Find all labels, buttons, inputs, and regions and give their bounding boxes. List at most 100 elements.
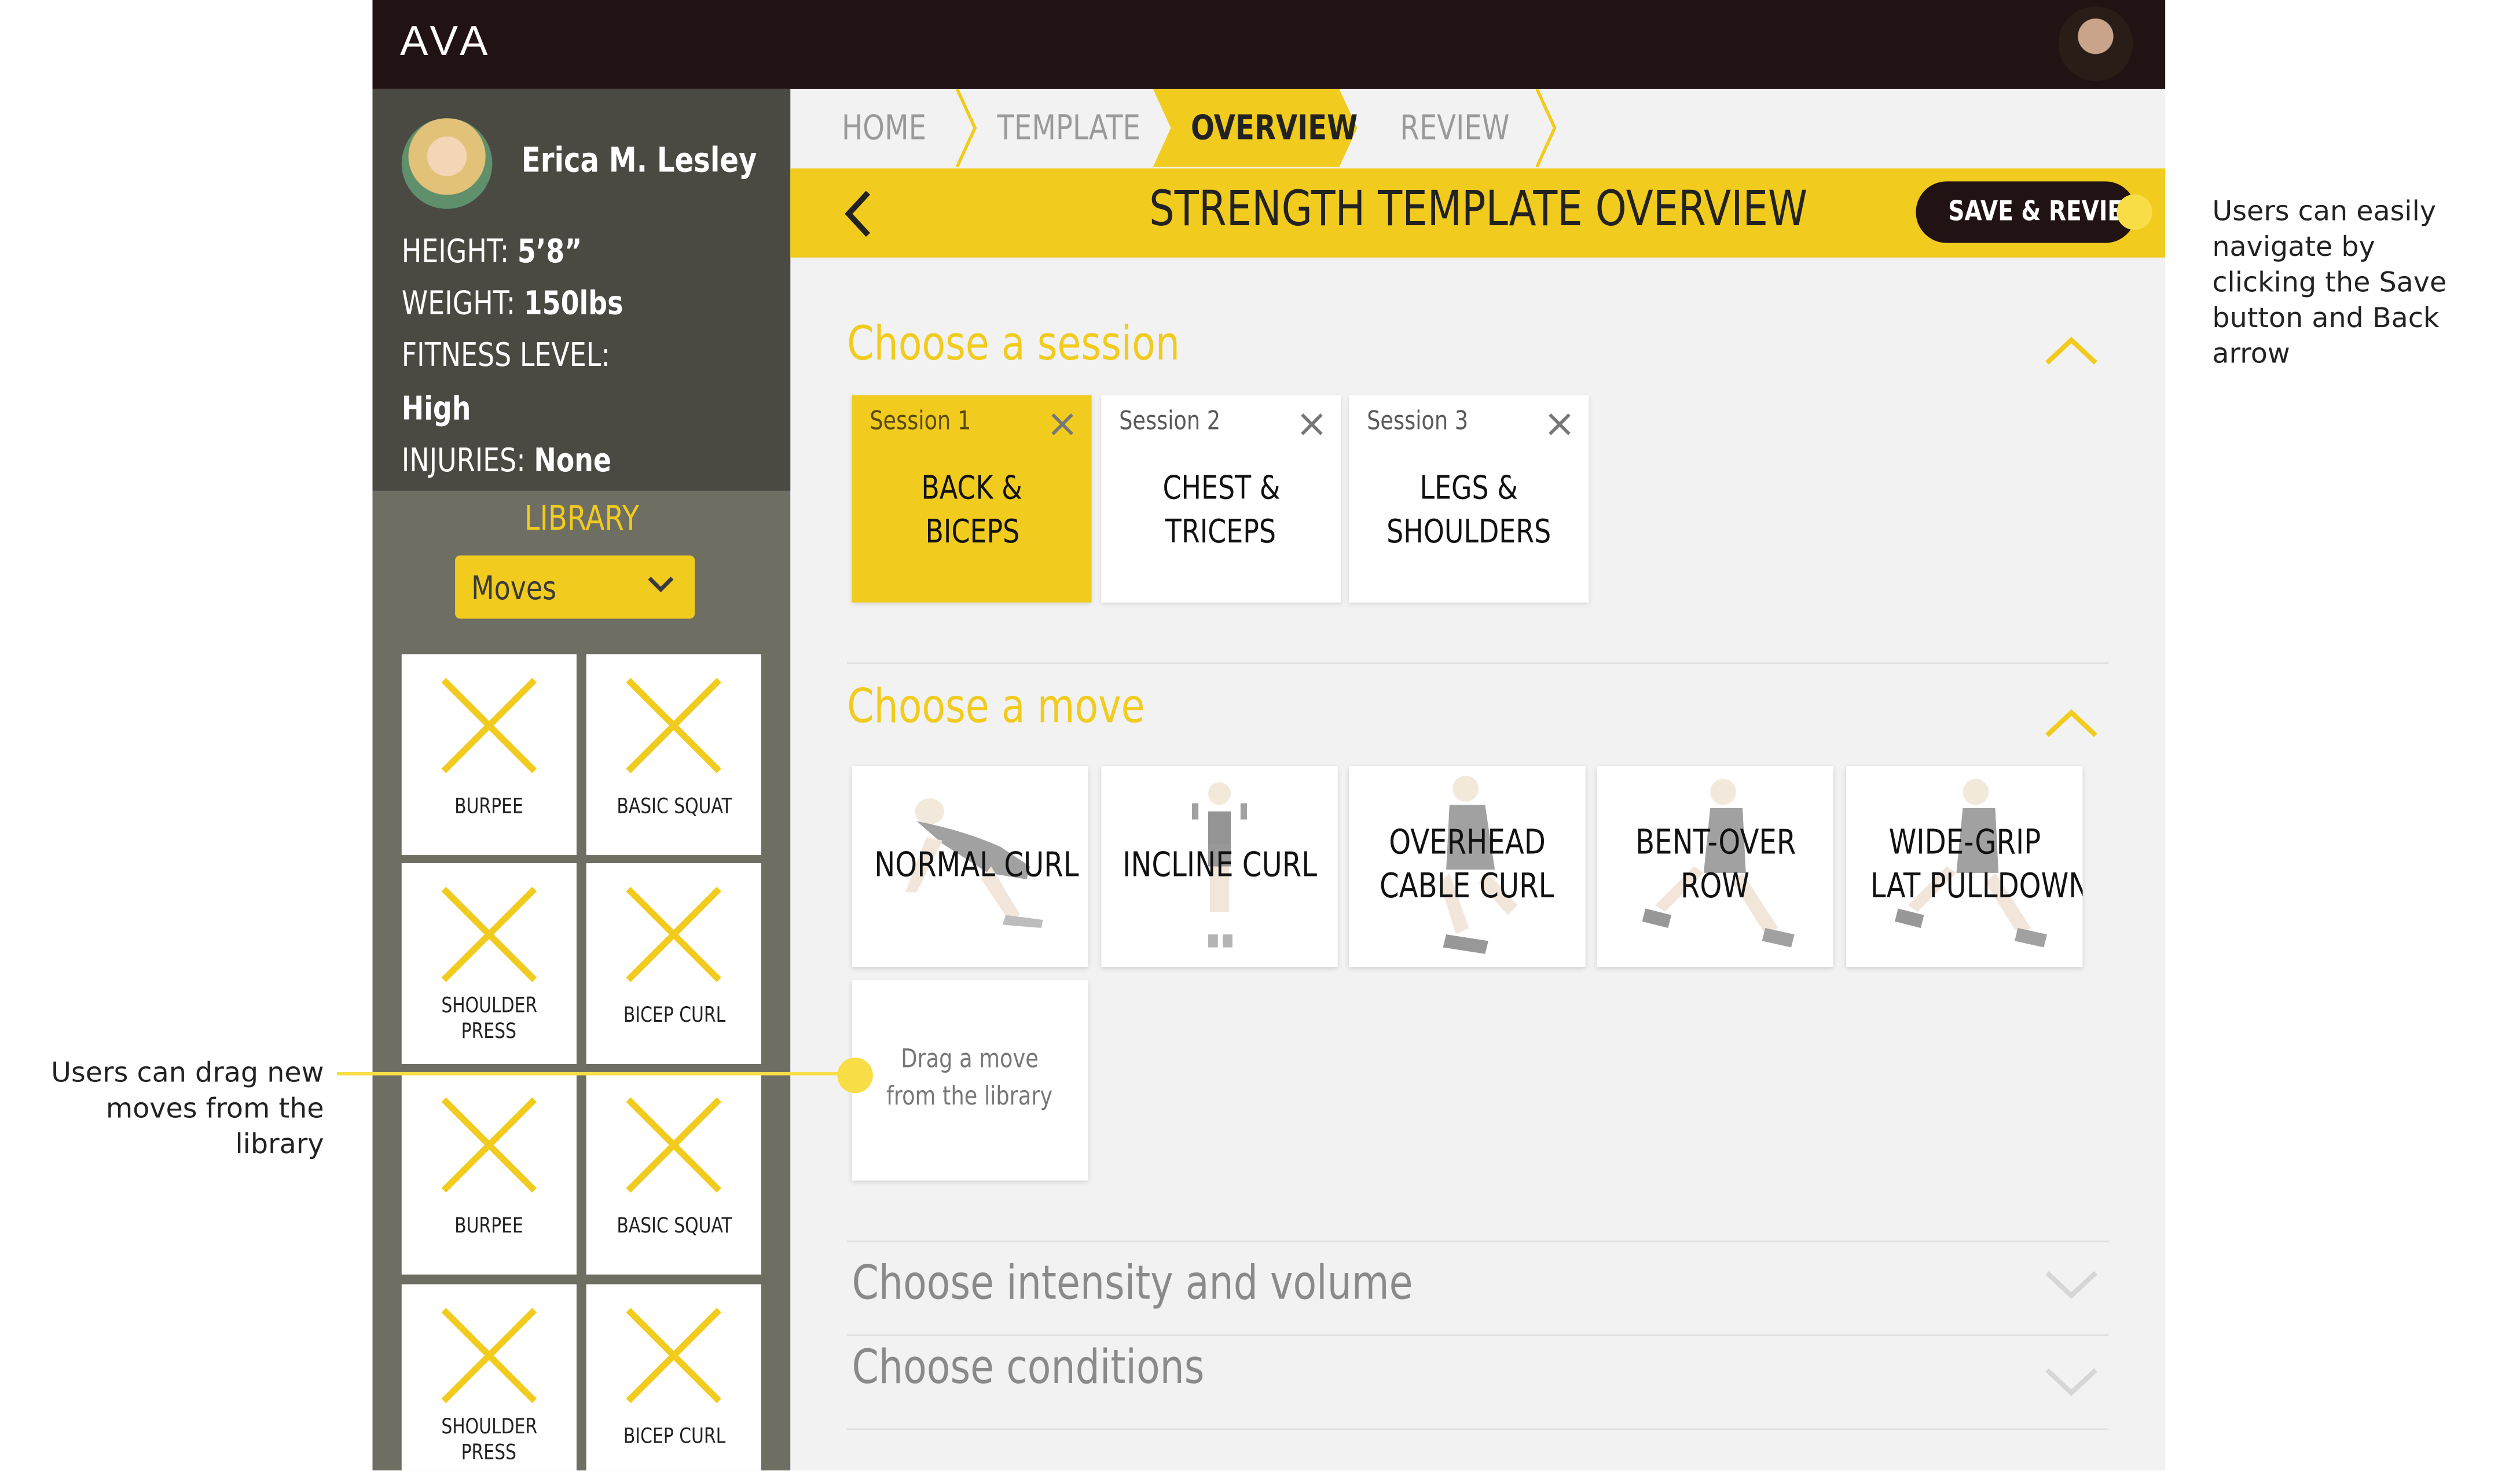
section-title-conditions: Choose conditions <box>852 1339 1205 1395</box>
session-name: TRICEPS <box>1165 512 1276 551</box>
injuries-stat: INJURIES: None <box>402 441 611 479</box>
client-profile: Erica M. Lesley HEIGHT: 5’8” WEIGHT: 150… <box>372 89 791 491</box>
session-name: CHEST & <box>1162 468 1280 507</box>
chevron-down-icon[interactable] <box>2044 1365 2099 1397</box>
move-name: WIDE-GRIP <box>1888 823 2041 862</box>
library-tile-label: SHOULDER <box>441 994 537 1019</box>
library-label: LIBRARY <box>524 498 639 538</box>
library-tile[interactable]: SHOULDER PRESS <box>401 1284 577 1471</box>
client-name: Erica M. Lesley <box>521 141 757 180</box>
session-name: LEGS & <box>1419 468 1518 507</box>
move-name: NORMAL CURL <box>874 845 1079 885</box>
move-card[interactable]: NORMAL CURL <box>852 766 1088 967</box>
annotation-line: Users can easily <box>2212 196 2437 229</box>
library-tile[interactable]: BICEP CURL <box>586 863 761 1064</box>
breadcrumb-review[interactable]: REVIEW <box>1373 89 1535 167</box>
move-name: INCLINE CURL <box>1123 845 1318 885</box>
session-number: Session 1 <box>870 405 971 436</box>
weight-label: WEIGHT: <box>401 283 516 322</box>
library-tile[interactable]: BURPEE <box>401 1073 577 1275</box>
placeholder-x-icon <box>441 1097 537 1193</box>
section-divider <box>847 662 2109 664</box>
annotation-hotspot <box>837 1057 873 1094</box>
breadcrumb-home[interactable]: HOME <box>820 89 949 167</box>
session-card[interactable]: Session 2 CHEST & TRICEPS <box>1101 395 1341 603</box>
close-icon <box>1051 413 1073 435</box>
section-title-move: Choose a move <box>847 678 1145 734</box>
move-name: BENT-OVER <box>1634 823 1796 862</box>
chevron-down-icon[interactable] <box>2044 1268 2099 1300</box>
page-title: STRENGTH TEMPLATE OVERVIEW <box>1149 181 1807 239</box>
sidebar: Erica M. Lesley HEIGHT: 5’8” WEIGHT: 150… <box>372 89 791 1471</box>
height-value: 5’8” <box>517 232 582 271</box>
placeholder-x-icon <box>441 677 537 773</box>
annotation-drag-note: Users can drag new moves from the librar… <box>0 1056 324 1163</box>
library-tile-label: BASIC SQUAT <box>616 795 732 820</box>
move-drop-zone[interactable]: Drag a move from the library <box>852 980 1088 1181</box>
placeholder-x-icon <box>626 677 722 773</box>
client-avatar <box>401 118 493 209</box>
library-tile[interactable]: BASIC SQUAT <box>586 654 761 856</box>
fitness-value: High <box>401 388 471 428</box>
fitness-label: FITNESS LEVEL: <box>401 335 610 375</box>
breadcrumb-template[interactable]: TEMPLATE <box>981 89 1150 167</box>
close-icon <box>1549 413 1571 435</box>
close-icon <box>1301 413 1323 435</box>
save-review-button[interactable]: SAVE & REVIEW <box>1916 181 2148 243</box>
weight-stat: WEIGHT: 150lbs <box>402 284 623 322</box>
breadcrumb-overview[interactable]: OVERVIEW <box>1172 89 1358 167</box>
top-bar: AVA <box>372 0 2166 89</box>
app-window: AVA Erica M. Lesley HEIGHT: 5’8” WEIGHT:… <box>372 0 2166 1471</box>
placeholder-x-icon <box>626 1097 722 1193</box>
move-name: OVERHEAD <box>1389 823 1546 862</box>
section-divider <box>847 1240 2109 1242</box>
section-intensity[interactable]: Choose intensity and volume <box>852 1255 1536 1312</box>
breadcrumb-label: OVERVIEW <box>1191 108 1358 148</box>
move-card[interactable]: INCLINE CURL <box>1101 766 1338 967</box>
height-stat: HEIGHT: 5’8” <box>402 232 582 270</box>
drop-zone-line: from the library <box>887 1080 1054 1111</box>
move-card[interactable]: WIDE-GRIP LAT PULLDOWN <box>1846 766 2083 967</box>
move-card[interactable]: OVERHEAD CABLE CURL <box>1349 766 1586 967</box>
chevron-up-icon[interactable] <box>2044 708 2099 740</box>
remove-session-button[interactable] <box>1050 412 1076 446</box>
placeholder-x-icon <box>441 1308 537 1403</box>
library-tile[interactable]: BICEP CURL <box>586 1284 761 1471</box>
section-divider <box>847 1334 2109 1336</box>
library-tile-label: SHOULDER <box>441 1415 537 1440</box>
annotation-connector <box>336 1072 839 1076</box>
annotation-hotspot <box>2116 194 2152 230</box>
section-conditions[interactable]: Choose conditions <box>852 1340 1282 1396</box>
library-tile-label: PRESS <box>461 1441 517 1466</box>
placeholder-x-icon <box>626 1308 722 1403</box>
move-name: CABLE CURL <box>1380 866 1555 905</box>
remove-session-button[interactable] <box>1547 412 1573 446</box>
session-card[interactable]: Session 1 BACK & BICEPS <box>852 395 1092 603</box>
library-tile-label: BICEP CURL <box>622 1004 725 1029</box>
placeholder-x-icon <box>441 886 537 982</box>
library-tile[interactable]: BURPEE <box>401 654 577 856</box>
remove-session-button[interactable] <box>1299 412 1325 446</box>
library-tile-label: BASIC SQUAT <box>616 1215 732 1239</box>
session-number: Session 3 <box>1367 405 1469 436</box>
move-card[interactable]: BENT-OVER ROW <box>1597 766 1833 967</box>
weight-value: 150lbs <box>523 283 623 322</box>
drop-zone-line: Drag a move <box>901 1043 1039 1074</box>
app-logo: AVA <box>399 16 493 65</box>
session-name: BICEPS <box>925 512 1019 551</box>
annotation-line: library <box>235 1128 324 1161</box>
dropdown-value: Moves <box>471 568 557 608</box>
annotation-line: button and Back <box>2212 303 2440 336</box>
placeholder-x-icon <box>626 886 722 982</box>
library-tile[interactable]: BASIC SQUAT <box>586 1073 761 1275</box>
section-divider <box>847 1428 2109 1430</box>
library-tile[interactable]: SHOULDER PRESS <box>401 863 577 1064</box>
user-avatar[interactable] <box>2058 6 2133 81</box>
chevron-up-icon[interactable] <box>2044 335 2099 368</box>
library-tile-label: BICEP CURL <box>622 1425 725 1450</box>
canvas: Users can easily navigate by clicking th… <box>0 0 2520 1471</box>
library-type-dropdown[interactable]: Moves <box>455 555 695 619</box>
library-tile-label: PRESS <box>461 1020 517 1045</box>
library-tile-label: BURPEE <box>454 1215 524 1239</box>
session-card[interactable]: Session 3 LEGS & SHOULDERS <box>1349 395 1589 603</box>
